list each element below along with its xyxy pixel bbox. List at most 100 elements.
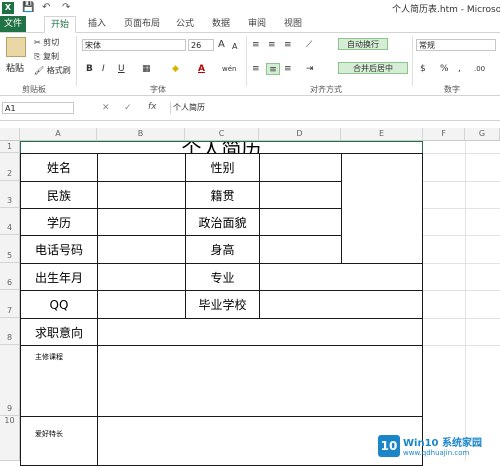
- cell-value-hobbies[interactable]: [97, 416, 423, 466]
- row-header-9[interactable]: 9: [0, 345, 20, 416]
- cell-value-job-intent[interactable]: [97, 318, 423, 346]
- border-icon[interactable]: ▦: [142, 63, 151, 75]
- confirm-icon[interactable]: ✓: [124, 103, 132, 113]
- cut-button[interactable]: ✂ 剪切: [34, 37, 59, 48]
- underline-button[interactable]: U: [118, 63, 125, 75]
- font-name-select[interactable]: 宋体: [82, 39, 186, 51]
- tab-home[interactable]: 开始: [44, 16, 77, 33]
- column-header-c[interactable]: C: [185, 128, 259, 140]
- row-header-10[interactable]: 10: [0, 416, 20, 461]
- cell-value-name[interactable]: [97, 153, 186, 182]
- row-header-3[interactable]: 3: [0, 181, 20, 208]
- row-header-1[interactable]: 1: [0, 141, 20, 153]
- tab-view[interactable]: 视图: [278, 16, 308, 32]
- tab-file[interactable]: 文件: [0, 16, 26, 32]
- fill-color-icon[interactable]: ◆: [172, 63, 179, 75]
- formula-input[interactable]: 个人简历: [170, 102, 496, 114]
- align-right-icon[interactable]: ≡: [284, 63, 292, 75]
- align-top-icon[interactable]: ≡: [252, 39, 260, 51]
- photo-cell[interactable]: [341, 153, 423, 264]
- tab-review[interactable]: 审阅: [242, 16, 272, 32]
- row-header-6[interactable]: 6: [0, 263, 20, 290]
- column-header-f[interactable]: F: [423, 128, 465, 140]
- row-header-7[interactable]: 7: [0, 290, 20, 318]
- cell-value-education[interactable]: [97, 208, 186, 236]
- row-header-5[interactable]: 5: [0, 235, 20, 263]
- cell-label-politics[interactable]: 政治面貌: [185, 208, 260, 236]
- align-center-icon[interactable]: ≡: [266, 63, 280, 75]
- column-header-d[interactable]: D: [259, 128, 341, 140]
- cell-value-height[interactable]: [259, 235, 342, 264]
- align-middle-icon[interactable]: ≡: [268, 39, 276, 51]
- paste-icon[interactable]: [6, 37, 26, 57]
- align-left-icon[interactable]: ≡: [252, 63, 260, 75]
- shrink-font-button[interactable]: A: [232, 41, 237, 53]
- copy-button[interactable]: ⎘ 复制: [34, 51, 59, 62]
- name-box[interactable]: A1: [2, 102, 74, 114]
- phonetic-button[interactable]: wén: [222, 63, 236, 75]
- cell-value-politics[interactable]: [259, 208, 342, 236]
- cell-label-birth[interactable]: 出生年月: [20, 263, 98, 291]
- merge-center-button[interactable]: 合并后居中: [338, 62, 408, 74]
- format-painter-button[interactable]: 🖌 格式刷: [34, 65, 71, 76]
- cell-label-phone[interactable]: 电话号码: [20, 235, 98, 264]
- cancel-icon[interactable]: ✕: [102, 103, 110, 113]
- cell-value-birth[interactable]: [97, 263, 186, 291]
- orientation-icon[interactable]: ⟋: [306, 39, 312, 51]
- ribbon: 粘贴 ✂ 剪切 ⎘ 复制 🖌 格式刷 剪贴板 宋体 26 A A B I U ▦…: [0, 33, 500, 96]
- tab-insert[interactable]: 插入: [82, 16, 112, 32]
- percent-button[interactable]: %: [440, 63, 449, 75]
- bold-button[interactable]: B: [86, 63, 93, 75]
- cell-value-ethnicity[interactable]: [97, 181, 186, 209]
- font-color-button[interactable]: A: [198, 63, 205, 75]
- tab-page-layout[interactable]: 页面布局: [118, 16, 166, 32]
- cell-label-ethnicity[interactable]: 民族: [20, 181, 98, 209]
- cell-label-qq[interactable]: QQ: [20, 290, 98, 319]
- cell-label-name[interactable]: 姓名: [20, 153, 98, 182]
- row-header-2[interactable]: 2: [0, 153, 20, 181]
- cell-value-major[interactable]: [259, 263, 423, 291]
- number-format-select[interactable]: 常规: [416, 39, 496, 51]
- cell-label-major[interactable]: 专业: [185, 263, 260, 291]
- paste-button[interactable]: 粘贴: [6, 61, 24, 74]
- indent-icon[interactable]: ⇥: [306, 63, 314, 75]
- cell-value-school[interactable]: [259, 290, 423, 319]
- fx-icon[interactable]: fx: [148, 102, 157, 112]
- cell-value-gender[interactable]: [259, 153, 342, 182]
- tab-data[interactable]: 数据: [206, 16, 236, 32]
- font-size-select[interactable]: 26: [188, 39, 214, 51]
- column-header-g[interactable]: G: [465, 128, 500, 140]
- group-divider: [76, 36, 77, 86]
- grow-font-button[interactable]: A: [218, 39, 225, 51]
- column-header-b[interactable]: B: [97, 128, 185, 140]
- undo-icon[interactable]: ↶: [42, 2, 50, 13]
- row-header-8[interactable]: 8: [0, 318, 20, 345]
- tab-formulas[interactable]: 公式: [170, 16, 200, 32]
- cell-label-job-intent[interactable]: 求职意向: [20, 318, 98, 346]
- cell-label-school[interactable]: 毕业学校: [185, 290, 260, 319]
- alignment-group-label: 对齐方式: [310, 85, 342, 94]
- cell-label-hobbies[interactable]: 爱好特长: [20, 416, 98, 466]
- cell-value-hometown[interactable]: [259, 181, 342, 209]
- cell-label-height[interactable]: 身高: [185, 235, 260, 264]
- redo-icon[interactable]: ↷: [62, 2, 70, 13]
- save-icon[interactable]: 💾: [22, 2, 34, 13]
- cell-value-courses[interactable]: [97, 345, 423, 417]
- column-header-e[interactable]: E: [341, 128, 423, 140]
- cell-label-gender[interactable]: 性别: [185, 153, 260, 182]
- select-all-corner[interactable]: [0, 128, 20, 140]
- cell-label-courses[interactable]: 主修课程: [20, 345, 98, 417]
- cell-value-phone[interactable]: [97, 235, 186, 264]
- wrap-text-button[interactable]: 自动换行: [338, 38, 388, 50]
- comma-button[interactable]: ,: [458, 63, 461, 75]
- align-bottom-icon[interactable]: ≡: [284, 39, 292, 51]
- currency-icon[interactable]: $: [420, 63, 426, 75]
- cell-label-hometown[interactable]: 籍贯: [185, 181, 260, 209]
- column-header-a[interactable]: A: [20, 128, 97, 140]
- cell-label-education[interactable]: 学历: [20, 208, 98, 236]
- italic-button[interactable]: I: [102, 63, 105, 75]
- gridline: [423, 345, 500, 346]
- row-header-4[interactable]: 4: [0, 208, 20, 235]
- decimal-icon[interactable]: .00: [474, 63, 485, 75]
- cell-value-qq[interactable]: [97, 290, 186, 319]
